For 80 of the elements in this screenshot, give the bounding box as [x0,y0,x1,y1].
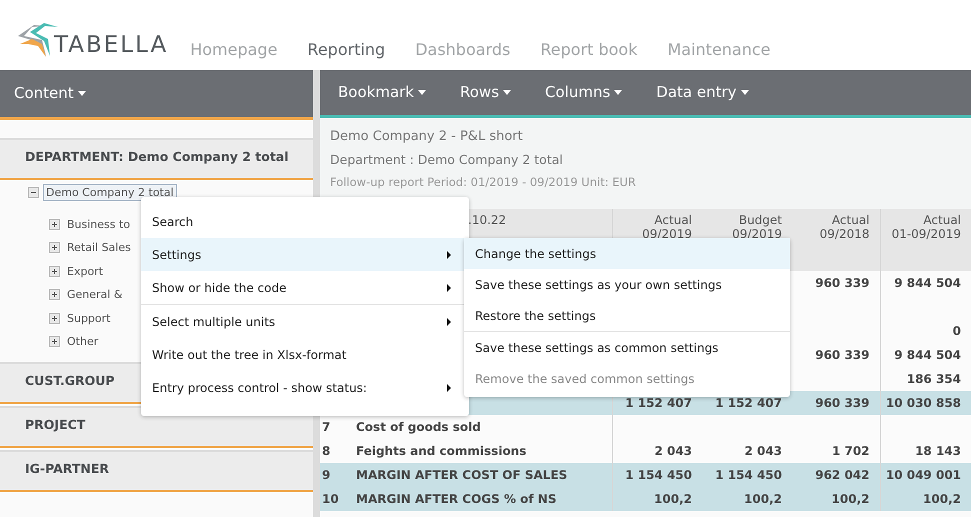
toolbar-menu-button[interactable]: Columns [533,70,634,115]
table-cell: 960 339 [815,348,870,362]
table-cell: 100,2 [744,492,782,506]
menu-item[interactable]: Show or hide the code [141,271,464,304]
expand-icon[interactable] [49,336,60,348]
table-cell: 2 043 [654,444,692,458]
row-number: 9 [322,468,330,482]
column-header: .10.22 [468,213,506,227]
table-cell: 10 049 001 [886,468,962,482]
table-cell: 100,2 [654,492,692,506]
caret-icon [78,91,86,96]
caret-icon [740,90,749,96]
submenu-arrow-icon [447,250,451,258]
table-cell: 1 154 450 [715,468,782,482]
row-label: Cost of goods sold [356,420,481,434]
report-department: Department : Demo Company 2 total [330,152,564,169]
caret-icon [418,90,426,96]
table-cell: 0 [952,324,962,338]
row-number: 10 [322,492,339,506]
menu-item[interactable]: Restore the settings [464,300,790,331]
menu-item[interactable]: Change the settings [464,238,790,269]
row-label: MARGIN AFTER COST OF SALES [356,468,568,482]
expand-icon[interactable] [49,218,60,230]
tree-item[interactable]: Other [64,333,102,350]
caret-icon [503,90,512,96]
logo-text: TABELLA [54,34,168,58]
table-cell: 186 354 [906,372,962,386]
row-label: MARGIN AFTER COGS % of NS [356,492,556,506]
report-period: Follow-up report Period: 01/2019 - 09/2019 Unit: EUR [330,175,637,189]
table-cell: 9 844 504 [894,276,962,290]
nav-link[interactable]: Reporting [307,42,386,58]
expand-icon[interactable] [49,312,60,324]
column-header: Actual 09/2019 [642,213,692,241]
dimension-header[interactable]: DEPARTMENT: Demo Company 2 total [0,138,313,180]
table-cell: 1 702 [832,444,870,458]
expand-icon[interactable] [49,266,60,277]
submenu-arrow-icon [447,284,451,292]
expand-icon[interactable] [49,242,60,254]
menu-item[interactable]: Save these settings as your own settings [464,269,790,300]
dimension-header[interactable]: IG-PARTNER [0,450,313,492]
toolbar-menu-button[interactable]: Bookmark [326,70,438,115]
table-cell: 1 154 450 [625,468,692,482]
column-header: Budget 09/2019 [732,213,782,241]
table-cell: 9 844 504 [894,348,962,362]
tree-item[interactable]: General & [64,286,126,304]
menu-item[interactable]: Write out the tree in Xlsx-format [141,338,464,371]
table-cell: 100,2 [923,492,962,506]
toolbar-menu-button[interactable]: Data entry [644,70,761,115]
menu-item[interactable]: Entry process control - show status: [141,371,464,404]
report-title: Demo Company 2 - P&L short [330,129,524,146]
table-cell: 962 042 [815,468,870,482]
collapse-icon[interactable] [28,187,39,198]
content-menu-button[interactable]: Content [0,70,313,120]
menu-item[interactable]: Settings [141,238,464,271]
tree-item[interactable]: Demo Company 2 total [43,184,177,202]
tree-item[interactable]: Support [64,310,114,327]
toolbar-menu-button[interactable]: Rows [448,70,524,115]
table-cell: 1 152 407 [625,396,692,410]
menu-item[interactable]: Select multiple units [141,304,464,338]
menu-item[interactable]: Save these settings as common settings [464,331,790,363]
expand-icon[interactable] [49,289,60,300]
tree-item[interactable]: Export [64,262,106,280]
row-number: 8 [322,444,330,458]
submenu-arrow-icon [447,318,451,326]
table-cell: 2 043 [744,444,782,458]
column-header: Actual 09/2018 [820,213,870,241]
row-number: 7 [322,420,330,434]
table-cell: 960 339 [815,396,870,410]
table-cell: 18 143 [915,444,962,458]
table-cell: 960 339 [815,276,870,290]
tree-item[interactable]: Business to [64,216,134,233]
row-label: Feights and commissions [356,444,526,458]
table-cell: 1 152 407 [715,396,782,410]
tree-item[interactable]: Retail Sales [64,239,134,256]
caret-icon [614,90,622,96]
submenu-arrow-icon [447,384,451,392]
table-cell: 100,2 [832,492,870,506]
menu-item[interactable]: Search [141,205,464,238]
column-header: Actual 01-09/2019 [892,213,962,241]
table-cell: 10 030 858 [886,396,962,410]
